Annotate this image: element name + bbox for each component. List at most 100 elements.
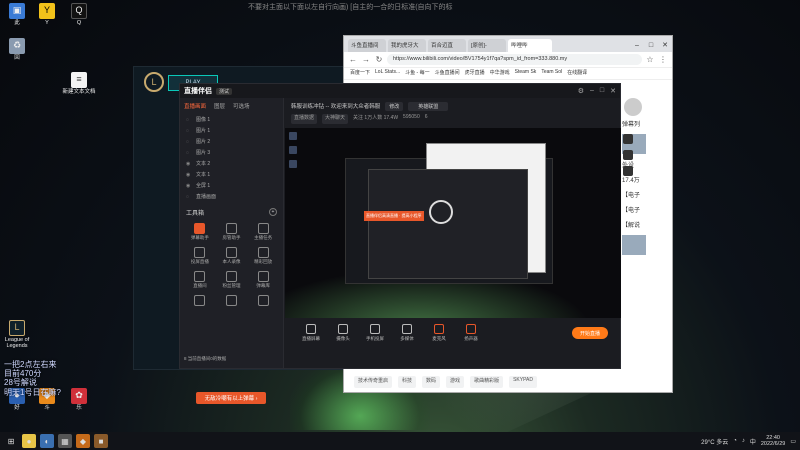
avatar[interactable] xyxy=(624,98,642,116)
browser-icon[interactable]: ◐ xyxy=(40,434,54,448)
volume-icon[interactable]: ♪ xyxy=(742,438,745,444)
browser-tab[interactable]: [原创]- xyxy=(468,39,506,52)
eye-icon[interactable]: ◌ xyxy=(186,128,192,134)
tool-replay[interactable]: 精彩回放 xyxy=(247,245,279,267)
tag-item[interactable]: 歌曲精彩版 xyxy=(470,376,504,388)
bookmark-item[interactable]: 斗鱼 - 每一 xyxy=(405,69,429,78)
close-icon[interactable]: ✕ xyxy=(610,87,616,95)
streaming-app-window[interactable]: 直播伴侣 测试 ⚙ – □ ✕ 直播画面 图层 可选场 ◌ 图像 1 ◌ 图片 1 … xyxy=(179,83,633,369)
browser-tab[interactable]: 斗鱼直播间 xyxy=(348,39,386,52)
sidebar-label[interactable]: 【电子 xyxy=(616,187,672,202)
video-thumbnail[interactable] xyxy=(622,235,646,255)
maximize-icon[interactable]: □ xyxy=(644,38,658,52)
clock[interactable]: 22:40 2022/6/29 xyxy=(761,435,785,447)
tool-danmaku-lib[interactable]: 弹幕库 xyxy=(247,269,279,291)
phone-cast-button[interactable]: 手机投屏 xyxy=(361,324,389,342)
weather-widget[interactable]: 29°C 多云 xyxy=(701,437,728,446)
tag-item[interactable]: SKYPAD xyxy=(509,376,537,388)
bookmark-item[interactable]: 虎牙直播 xyxy=(465,69,485,78)
minimize-icon[interactable]: – xyxy=(590,87,594,95)
forward-icon[interactable]: → xyxy=(361,55,371,64)
scene-item[interactable]: ◉ 全屏 1 xyxy=(180,180,283,191)
tag-item[interactable]: 科技 xyxy=(398,376,417,388)
chrome-icon[interactable]: ● xyxy=(22,434,36,448)
eye-icon[interactable]: ◌ xyxy=(186,150,192,156)
close-icon[interactable]: ✕ xyxy=(658,38,672,52)
desktop-icon-y[interactable]: Y Y xyxy=(32,3,62,26)
scene-item[interactable]: ◌ 图像 1 xyxy=(180,114,283,125)
tool-extra[interactable] xyxy=(216,293,248,315)
notification-icon[interactable]: ▭ xyxy=(790,438,796,445)
desktop-icon-computer[interactable]: ▣ 此 xyxy=(2,3,32,26)
category-select[interactable]: 英雄联盟 xyxy=(408,101,449,111)
eye-icon[interactable]: ◌ xyxy=(186,117,192,123)
desktop-icon-new-text[interactable]: ≡ 新建文本文档 xyxy=(62,72,96,95)
desktop-icon-recycle[interactable]: ♻ 回 xyxy=(2,38,32,61)
desktop-icon-q[interactable]: Q Q xyxy=(64,3,94,26)
url-input[interactable]: https://www.bilibili.com/video/BV1754y1f… xyxy=(387,54,642,65)
microphone-button[interactable]: 麦克风 xyxy=(425,324,453,342)
tool-tasks[interactable]: 主播任务 xyxy=(247,221,279,243)
tool-extra[interactable] xyxy=(184,293,216,315)
app-icon[interactable]: ◆ xyxy=(76,434,90,448)
chat-button[interactable]: 大神聊天 xyxy=(322,114,349,124)
start-stream-button[interactable]: 开始直播 xyxy=(571,327,608,339)
tool-cast[interactable]: 投屏直播 xyxy=(184,245,216,267)
tool-room-admin[interactable]: 房管助手 xyxy=(216,221,248,243)
speaker-button[interactable]: 扬声器 xyxy=(457,324,485,342)
eye-icon[interactable]: ◉ xyxy=(186,183,192,189)
stream-data-button[interactable]: 直播数据 xyxy=(291,114,318,124)
sidebar-tool-icon[interactable] xyxy=(623,166,633,176)
bookmark-item[interactable]: 在线翻译 xyxy=(567,69,587,78)
tab-optional[interactable]: 可选场 xyxy=(233,102,250,110)
browser-tab-active[interactable]: 哔哩哔 xyxy=(508,39,552,52)
browser-tab[interactable]: 我的虎牙大 xyxy=(388,39,426,52)
sidebar-tool-icon[interactable] xyxy=(623,134,633,144)
network-icon[interactable]: ◔ xyxy=(733,438,737,444)
bookmark-item[interactable]: 斗鱼直播间 xyxy=(435,69,460,78)
scene-item[interactable]: ◌ 图片 3 xyxy=(180,147,283,158)
tag-item[interactable]: 技术传奇重启 xyxy=(354,376,393,388)
media-button[interactable]: 多媒体 xyxy=(393,324,421,342)
start-menu-icon[interactable]: ⊞ xyxy=(4,434,18,448)
sidebar-label[interactable]: 【解说 xyxy=(616,217,672,232)
eye-icon[interactable]: ◌ xyxy=(186,139,192,145)
maximize-icon[interactable]: □ xyxy=(600,87,604,95)
eye-icon[interactable]: ◌ xyxy=(186,194,192,200)
eye-icon[interactable]: ◉ xyxy=(186,172,192,178)
bookmark-item[interactable]: 中华游戏 xyxy=(490,69,510,78)
add-tool-icon[interactable]: + xyxy=(269,208,277,216)
edit-title-button[interactable]: 修改 xyxy=(385,101,404,111)
scene-item[interactable]: ◌ 图片 2 xyxy=(180,136,283,147)
tool-danmaku[interactable]: 弹幕助手 xyxy=(184,221,216,243)
eye-icon[interactable]: ◉ xyxy=(186,161,192,167)
back-icon[interactable]: ← xyxy=(348,55,358,64)
app-icon[interactable]: ▦ xyxy=(58,434,72,448)
stream-preview[interactable]: 直播伴侣高清直播 · 提高小程序 xyxy=(285,128,621,318)
sidebar-tool-icon[interactable] xyxy=(623,150,633,160)
input-language[interactable]: 中 xyxy=(750,437,756,446)
bookmark-item[interactable]: Steam Sk xyxy=(515,69,537,78)
menu-icon[interactable]: ⋮ xyxy=(658,55,668,64)
screen-capture-button[interactable]: 直播屏幕 xyxy=(297,324,325,342)
sidebar-label[interactable]: 弹幕列 xyxy=(616,116,672,131)
bookmark-item[interactable]: Team Sol xyxy=(541,69,562,78)
tab-live-scene[interactable]: 直播画面 xyxy=(184,102,206,110)
tab-layers[interactable]: 图层 xyxy=(214,102,225,110)
tool-room[interactable]: 直播间 xyxy=(184,269,216,291)
subscribe-banner[interactable]: 无敌冷嘲有以上弹幕 › xyxy=(196,392,266,404)
scene-item[interactable]: ◌ 直播画面 xyxy=(180,191,283,202)
tag-item[interactable]: 游戏 xyxy=(446,376,465,388)
scene-item[interactable]: ◉ 文本 2 xyxy=(180,158,283,169)
bookmark-item[interactable]: LoL Stats... xyxy=(375,69,400,78)
tag-item[interactable]: 数码 xyxy=(422,376,441,388)
tool-fans[interactable]: 粉丝管理 xyxy=(216,269,248,291)
tool-extra[interactable] xyxy=(247,293,279,315)
reload-icon[interactable]: ↻ xyxy=(374,55,384,64)
bookmark-item[interactable]: 百度一下 xyxy=(350,69,370,78)
app-icon[interactable]: ■ xyxy=(94,434,108,448)
camera-button[interactable]: 摄像头 xyxy=(329,324,357,342)
settings-icon[interactable]: ⚙ xyxy=(578,87,584,95)
desktop-icon-lol[interactable]: L League of Legends xyxy=(0,320,34,349)
scene-item[interactable]: ◌ 图片 1 xyxy=(180,125,283,136)
